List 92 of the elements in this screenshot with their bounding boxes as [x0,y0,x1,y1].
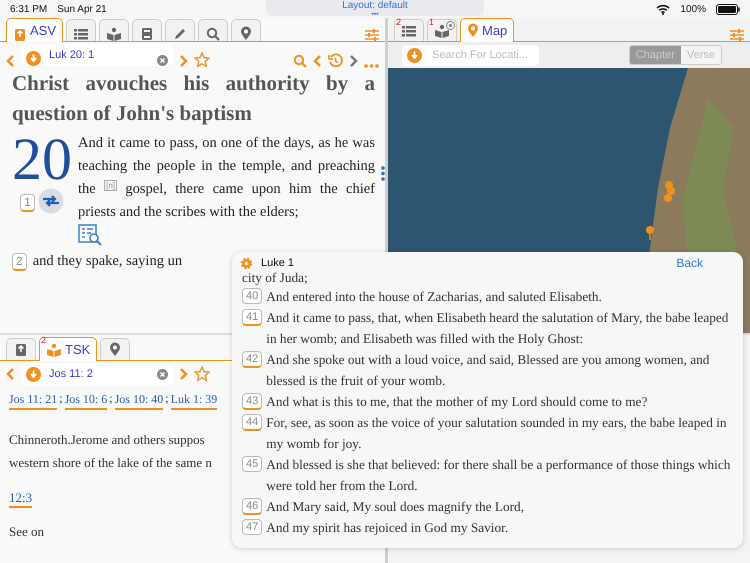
map-pin-icon [109,342,122,357]
reader-icon [106,27,122,41]
more-icon[interactable] [364,64,379,68]
reader-icon [46,342,62,356]
commentary-text: western shore of the lake of the same n [9,454,212,472]
clear-icon[interactable] [157,368,168,380]
popup-title: Luke 1 [261,257,294,269]
book-icon [13,28,27,42]
location-pin[interactable] [646,226,654,240]
tab[interactable]: 1 [427,19,457,41]
back-link[interactable]: Back [676,256,733,270]
reference-field[interactable]: Luk 20: 1 [21,44,173,66]
map-pin-icon [467,23,479,38]
previous-icon[interactable] [313,54,322,68]
verse-number[interactable]: 43 [242,393,262,410]
verse-number[interactable]: 42 [242,351,262,368]
search-icon[interactable] [293,54,307,68]
verse-number[interactable]: 2 [12,253,27,271]
verse-text: And Mary said, My soul does magnify the Lord, [266,498,524,516]
verse-number[interactable]: 46 [242,498,262,515]
star-icon[interactable] [194,366,210,382]
verse-text: And it came to pass, on one of the days, as he was teaching the people in the temple, and preaching the $^{[n]}$ gospel, there came upon him the chief priests and the scribes with the elders; [78,134,375,222]
tab[interactable]: ASV [6,18,64,42]
cross-reference-icon[interactable] [38,188,64,214]
verse-number[interactable]: 1 [20,194,35,212]
separator: ; [59,391,63,407]
location-pin[interactable] [664,181,675,202]
verse-text: city of Juda; [242,270,309,286]
settings-icon[interactable] [240,256,253,270]
section-heading: Christ avouches his authority by a question of John's baptism [12,70,375,127]
reference-link[interactable]: 12:3 [9,489,32,508]
search-icon [206,27,220,41]
tab[interactable] [198,19,228,41]
drag-handle-icon[interactable] [381,166,385,181]
reference-link[interactable]: Jos 10: 6 [64,391,108,410]
tab[interactable] [165,19,196,41]
tab[interactable] [66,19,96,41]
tab[interactable]: TSK 2 [39,337,98,361]
wifi-icon [656,4,670,14]
verse-text: and they spake, saying un [32,252,182,271]
list-icon [401,24,417,38]
count-label: 2 [396,18,402,27]
tab[interactable] [231,19,262,41]
tab[interactable] [6,338,36,360]
verse-text: And entered into the house of Zacharias, and saluted Elisabeth. [266,288,602,306]
verse-text: And it came to pass, that, when Elisabeth heard the salutation of Mary, the babe leaped in her womb; and Elisabeth was filled with the Holy Ghost: [266,309,730,348]
status-date: Sun Apr 21 [57,4,107,14]
commentary-text: See on [9,524,44,540]
battery-icon [716,4,740,14]
separator: ; [165,391,169,407]
verse-number[interactable]: 41 [242,309,262,326]
verse-number[interactable]: 45 [242,456,262,472]
list-icon [73,27,90,41]
tab[interactable]: Map [460,18,514,42]
battery-percent: 100% [680,4,706,14]
reference-link[interactable]: Luk 1: 39 [170,391,218,410]
verse-number[interactable]: 47 [242,519,262,535]
book-icon [14,342,28,356]
verse-number[interactable]: 40 [242,288,262,304]
pencil-icon [173,27,188,41]
history-icon[interactable] [328,53,343,68]
notebook-icon [141,27,154,41]
separator: ; [109,391,113,407]
verse-text: And what is this to me, that the mother of my Lord should come to me? [266,393,648,411]
download-icon[interactable] [26,366,41,382]
tab[interactable] [132,19,162,41]
verse-text: And she spoke out with a loud voice, and said, Blessed are you among women, and blessed is the fruit of your womb. [266,351,710,390]
next-icon[interactable] [349,54,358,68]
tab[interactable] [99,19,130,41]
settings-icon[interactable] [730,29,744,41]
settings-icon[interactable] [365,29,379,41]
reference-link[interactable]: Jos 10: 40 [114,391,164,410]
verse-text: For, see, as soon as the voice of your salutation sounded in my ears, the babe leaped in my womb for joy. [266,414,728,453]
tab[interactable]: 2 [394,19,424,41]
count-label: 1 [429,18,434,27]
notes-search-icon[interactable] [78,224,102,246]
chapter-number: 20 [12,132,72,186]
download-icon[interactable] [26,51,41,66]
map-pin-icon [240,26,252,41]
reference-link[interactable]: Jos 11: 21 [9,391,58,410]
commentary-text: Chinneroth.Jerome and others suppos [9,431,205,449]
verse-text: And blessed is she that believed: for there shall be a performance of those things which were told her from the Lord. [266,456,731,495]
verse-text: And my spirit has rejoiced in God my Savior. [266,519,508,537]
reference-field[interactable]: Jos 11: 2 [21,363,173,385]
reader-icon [434,24,450,38]
download-icon[interactable] [407,48,422,62]
clear-icon[interactable] [157,55,168,66]
count-label: 2 [41,336,46,345]
star-icon[interactable] [194,52,210,68]
status-time: 6:31 PM [10,4,48,14]
verse-number[interactable]: 44 [242,414,262,431]
tab[interactable] [100,338,130,360]
